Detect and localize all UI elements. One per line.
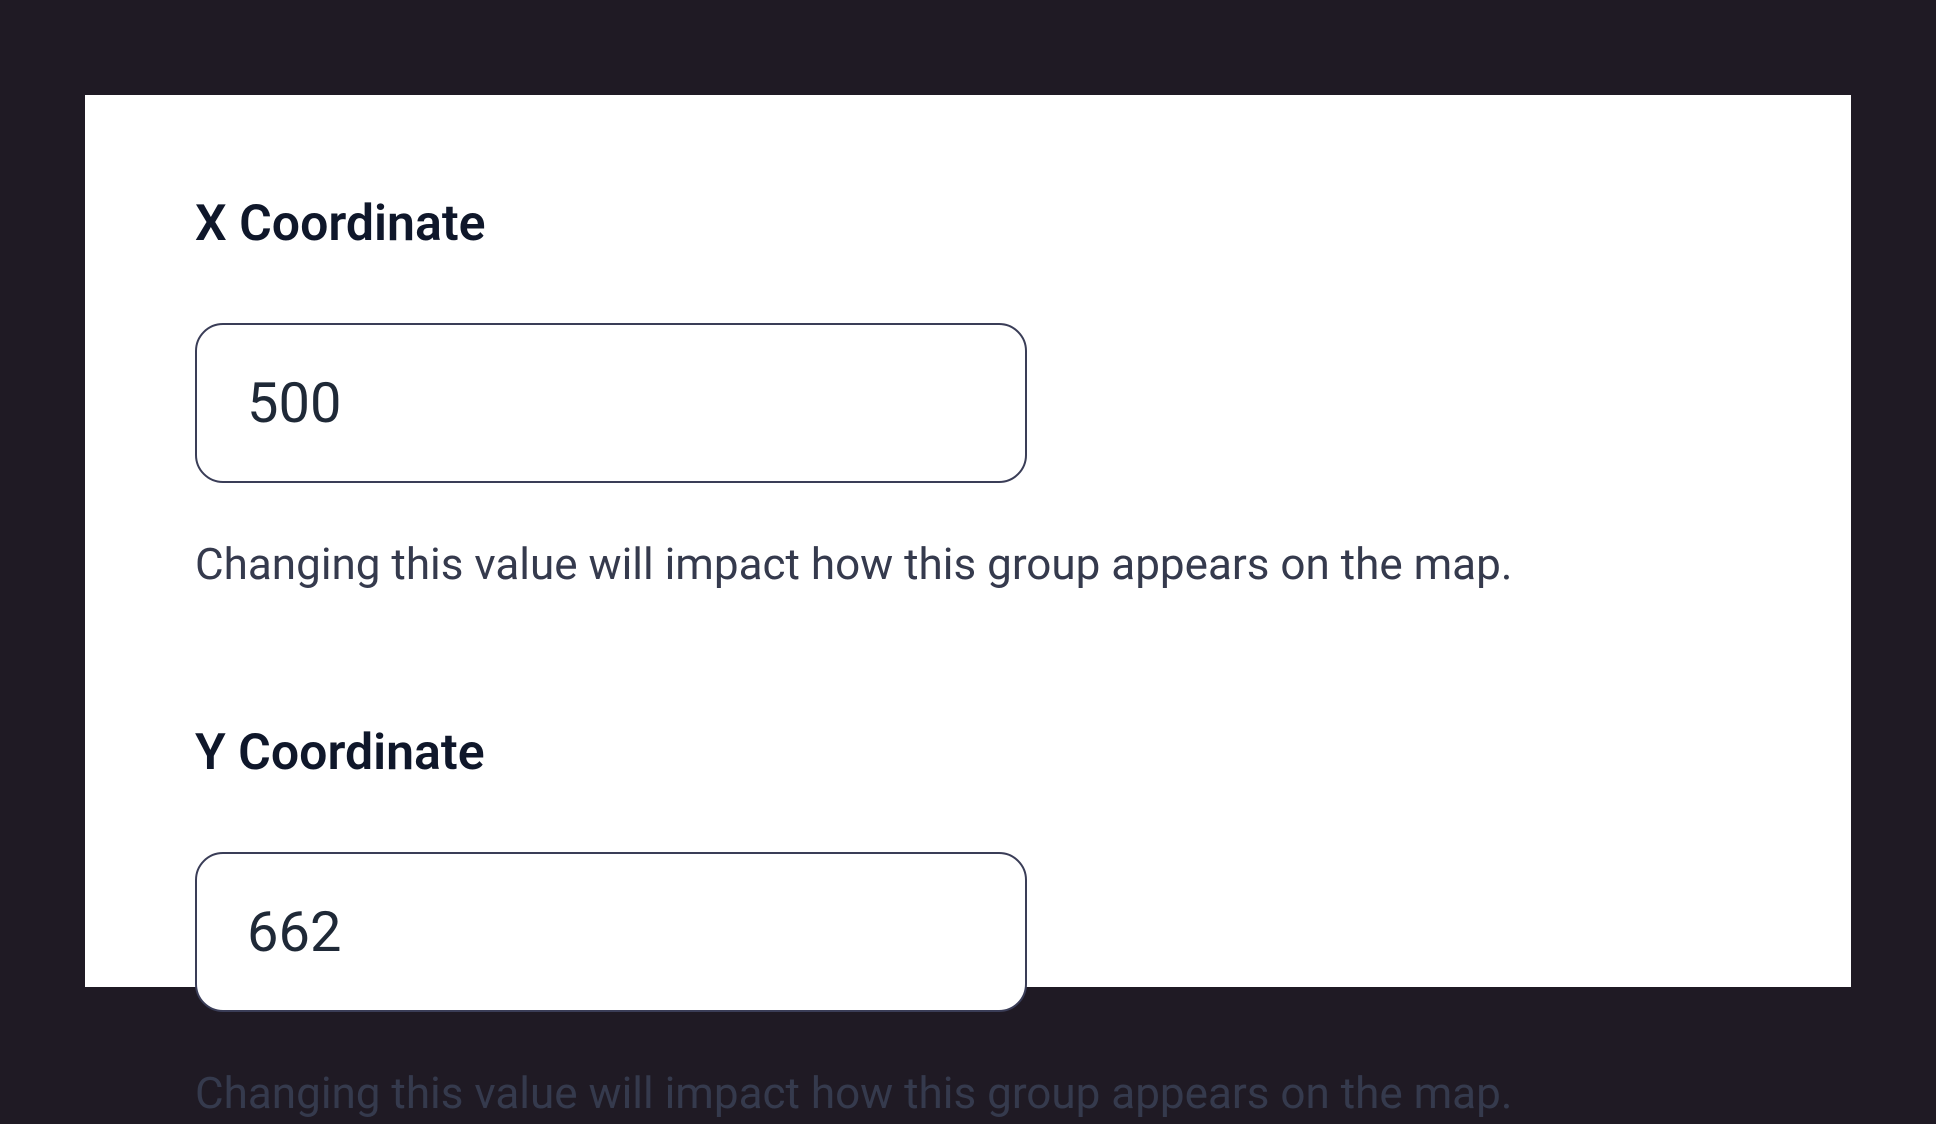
x-coordinate-help-text: Changing this value will impact how this… [195,535,1741,594]
x-coordinate-field-group: X Coordinate Changing this value will im… [195,195,1741,594]
y-coordinate-help-text: Changing this value will impact how this… [195,1064,1741,1123]
x-coordinate-label: X Coordinate [195,195,1741,253]
y-coordinate-input[interactable] [195,852,1027,1012]
y-coordinate-label: Y Coordinate [195,724,1741,782]
x-coordinate-input[interactable] [195,323,1027,483]
coordinate-form-panel: X Coordinate Changing this value will im… [85,95,1851,987]
y-coordinate-field-group: Y Coordinate Changing this value will im… [195,724,1741,1123]
